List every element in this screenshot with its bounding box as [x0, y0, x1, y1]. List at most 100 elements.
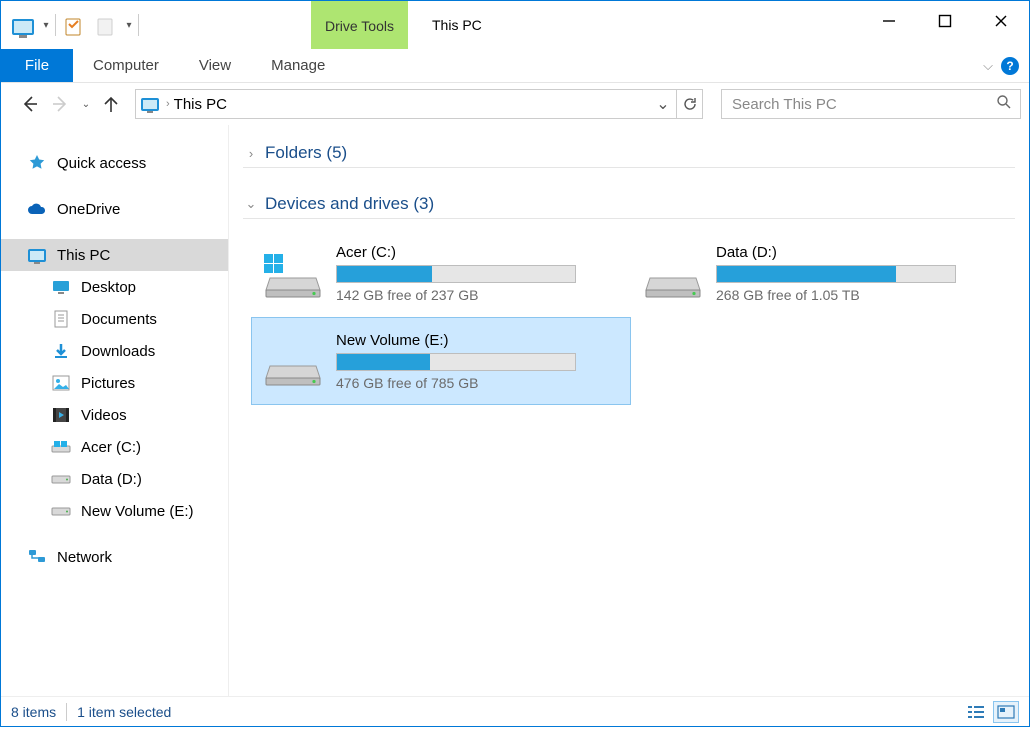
- sidebar-item-label: Videos: [81, 407, 127, 424]
- sidebar-item-quick-access[interactable]: Quick access: [1, 147, 228, 179]
- separator: [55, 14, 56, 36]
- sidebar-item-label: Downloads: [81, 343, 155, 360]
- hard-drive-icon: [264, 248, 322, 298]
- drive-usage-bar: [336, 265, 576, 283]
- quick-access-toolbar: ▾ ▾: [7, 1, 141, 49]
- sidebar-item-videos[interactable]: Videos: [1, 399, 228, 431]
- drive-free-text: 142 GB free of 237 GB: [336, 287, 618, 303]
- address-history-dropdown[interactable]: ⌄: [650, 90, 676, 118]
- back-button[interactable]: [15, 90, 43, 118]
- sidebar-item-label: This PC: [57, 247, 110, 264]
- sidebar-item-label: New Volume (E:): [81, 503, 194, 520]
- sidebar-item-drive-d[interactable]: Data (D:): [1, 463, 228, 495]
- sidebar-item-pictures[interactable]: Pictures: [1, 367, 228, 399]
- drive-name: Data (D:): [716, 244, 998, 261]
- drive-info: New Volume (E:) 476 GB free of 785 GB: [336, 332, 618, 391]
- search-icon[interactable]: [996, 94, 1012, 115]
- sidebar-item-downloads[interactable]: Downloads: [1, 335, 228, 367]
- this-pc-icon: [136, 98, 164, 111]
- window-title: This PC: [432, 17, 482, 33]
- view-large-icons-button[interactable]: [993, 701, 1019, 723]
- drive-info: Data (D:) 268 GB free of 1.05 TB: [716, 244, 998, 303]
- ribbon-collapse-chevron-icon[interactable]: ⌵: [983, 58, 993, 74]
- drive-free-text: 268 GB free of 1.05 TB: [716, 287, 998, 303]
- drive-item[interactable]: Acer (C:) 142 GB free of 237 GB: [251, 229, 631, 317]
- search-box[interactable]: [721, 89, 1021, 119]
- section-label: Folders (5): [265, 143, 347, 163]
- sidebar-item-desktop[interactable]: Desktop: [1, 271, 228, 303]
- ribbon-tab-view[interactable]: View: [179, 49, 251, 82]
- sidebar-item-network[interactable]: Network: [1, 541, 228, 573]
- sidebar-item-label: Quick access: [57, 155, 146, 172]
- ribbon-tab-file[interactable]: File: [1, 49, 73, 82]
- sidebar-item-label: Pictures: [81, 375, 135, 392]
- breadcrumb-this-pc[interactable]: This PC: [172, 96, 229, 113]
- explorer-window: ▾ ▾ Drive Tools This PC File Computer Vi…: [0, 0, 1030, 727]
- navigation-pane: Quick access OneDrive This PC Desktop Do…: [1, 125, 229, 696]
- drive-icon: [51, 437, 71, 457]
- forward-button[interactable]: [47, 90, 75, 118]
- ribbon-tabs: File Computer View Manage ⌵ ?: [1, 49, 1029, 83]
- search-input[interactable]: [722, 96, 1020, 113]
- drive-item[interactable]: Data (D:) 268 GB free of 1.05 TB: [631, 229, 1011, 317]
- ribbon-tab-manage[interactable]: Manage: [251, 49, 345, 82]
- system-menu-dropdown[interactable]: ▾: [39, 20, 53, 31]
- drive-name: New Volume (E:): [336, 332, 618, 349]
- breadcrumb-separator-icon[interactable]: ›: [164, 98, 172, 110]
- sidebar-item-label: OneDrive: [57, 201, 120, 218]
- sidebar-item-onedrive[interactable]: OneDrive: [1, 193, 228, 225]
- ribbon-tab-computer[interactable]: Computer: [73, 49, 179, 82]
- section-folders[interactable]: › Folders (5): [243, 143, 1015, 168]
- sidebar-item-label: Acer (C:): [81, 439, 141, 456]
- new-folder-qat-button[interactable]: [90, 11, 122, 43]
- cloud-icon: [27, 199, 47, 219]
- hard-drive-icon: [264, 336, 322, 386]
- sidebar-item-label: Data (D:): [81, 471, 142, 488]
- chevron-down-icon: ⌄: [243, 196, 259, 212]
- hard-drive-icon: [644, 248, 702, 298]
- drive-info: Acer (C:) 142 GB free of 237 GB: [336, 244, 618, 303]
- system-menu-icon[interactable]: [7, 11, 39, 43]
- star-icon: [27, 153, 47, 173]
- section-label: Devices and drives (3): [265, 194, 434, 214]
- separator: [66, 703, 67, 721]
- properties-qat-button[interactable]: [58, 11, 90, 43]
- close-button[interactable]: [973, 1, 1029, 41]
- titlebar: ▾ ▾ Drive Tools This PC: [1, 1, 1029, 49]
- drive-usage-bar: [336, 353, 576, 371]
- navigation-row: ⌄ › This PC ⌄: [1, 83, 1029, 125]
- drives-grid: Acer (C:) 142 GB free of 237 GB Data (D:…: [243, 229, 1015, 405]
- sidebar-item-label: Desktop: [81, 279, 136, 296]
- drive-usage-bar: [716, 265, 956, 283]
- minimize-button[interactable]: [861, 1, 917, 41]
- drive-icon: [51, 469, 71, 489]
- status-item-count: 8 items: [11, 704, 56, 720]
- download-icon: [51, 341, 71, 361]
- network-icon: [27, 547, 47, 567]
- qat-customize-dropdown[interactable]: ▾: [122, 20, 136, 31]
- body: Quick access OneDrive This PC Desktop Do…: [1, 125, 1029, 696]
- refresh-button[interactable]: [676, 90, 702, 118]
- up-button[interactable]: [97, 90, 125, 118]
- separator: [138, 14, 139, 36]
- sidebar-item-documents[interactable]: Documents: [1, 303, 228, 335]
- view-details-button[interactable]: [963, 701, 989, 723]
- content-pane: › Folders (5) ⌄ Devices and drives (3) A…: [229, 125, 1029, 696]
- sidebar-item-this-pc[interactable]: This PC: [1, 239, 228, 271]
- section-devices-and-drives[interactable]: ⌄ Devices and drives (3): [243, 194, 1015, 219]
- maximize-button[interactable]: [917, 1, 973, 41]
- help-button[interactable]: ?: [1001, 57, 1019, 75]
- sidebar-item-label: Documents: [81, 311, 157, 328]
- sidebar-item-drive-c[interactable]: Acer (C:): [1, 431, 228, 463]
- context-tab-drive-tools[interactable]: Drive Tools: [311, 1, 408, 49]
- drive-free-text: 476 GB free of 785 GB: [336, 375, 618, 391]
- window-controls: [861, 1, 1029, 49]
- sidebar-item-drive-e[interactable]: New Volume (E:): [1, 495, 228, 527]
- recent-locations-dropdown[interactable]: ⌄: [79, 99, 93, 110]
- drive-item[interactable]: New Volume (E:) 476 GB free of 785 GB: [251, 317, 631, 405]
- address-bar[interactable]: › This PC ⌄: [135, 89, 703, 119]
- desktop-icon: [51, 277, 71, 297]
- status-selection-count: 1 item selected: [77, 704, 171, 720]
- drive-name: Acer (C:): [336, 244, 618, 261]
- sidebar-item-label: Network: [57, 549, 112, 566]
